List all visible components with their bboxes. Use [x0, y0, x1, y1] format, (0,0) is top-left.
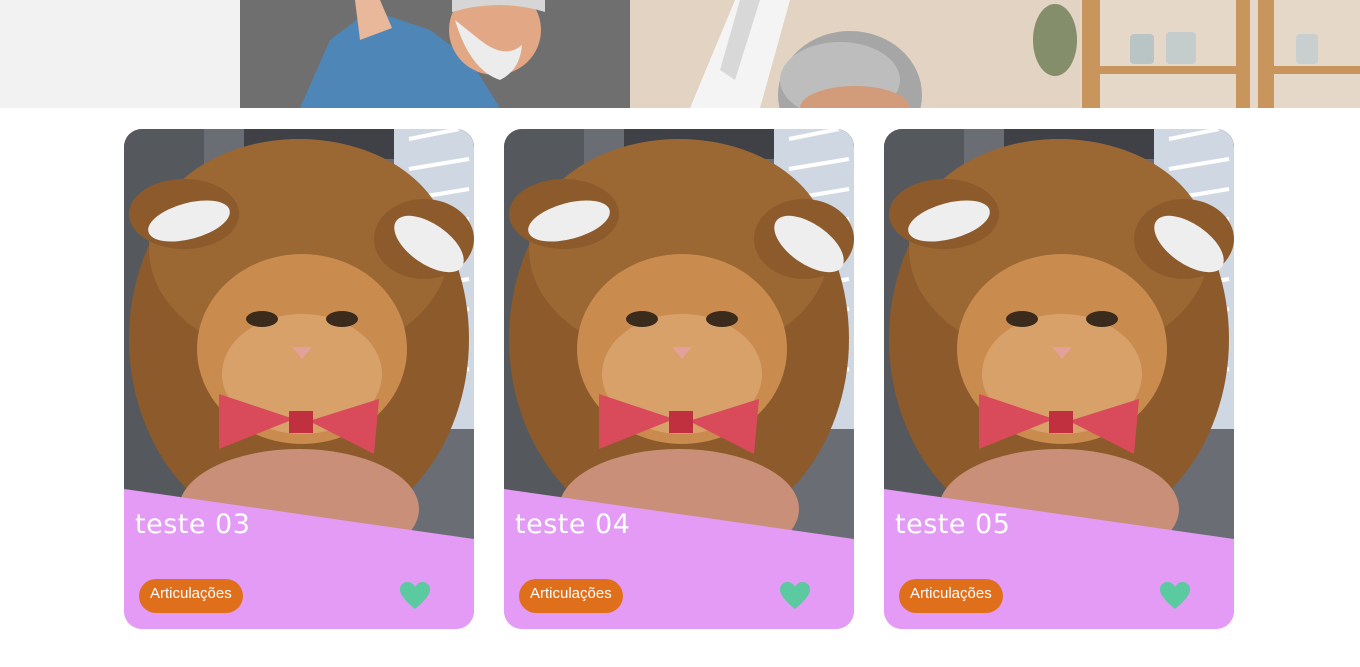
category-tag[interactable]: Articulações	[519, 579, 623, 613]
content-card[interactable]: teste 05 Articulações	[884, 129, 1234, 629]
card-title: teste 04	[515, 509, 631, 540]
hero-photo-illustration	[0, 0, 1360, 108]
category-tag[interactable]: Articulações	[899, 579, 1003, 613]
hero-banner-image	[0, 0, 1360, 108]
card-title: teste 05	[895, 509, 1011, 540]
heart-icon[interactable]	[400, 582, 430, 610]
card-info-panel	[884, 489, 1234, 629]
card-info-panel	[124, 489, 474, 629]
card-grid: teste 03 Articulações teste 04 Articulaç…	[124, 129, 1234, 629]
content-card[interactable]: teste 04 Articulações	[504, 129, 854, 629]
content-card[interactable]: teste 03 Articulações	[124, 129, 474, 629]
heart-icon[interactable]	[780, 582, 810, 610]
card-title: teste 03	[135, 509, 251, 540]
heart-icon[interactable]	[1160, 582, 1190, 610]
card-info-panel	[504, 489, 854, 629]
category-tag[interactable]: Articulações	[139, 579, 243, 613]
